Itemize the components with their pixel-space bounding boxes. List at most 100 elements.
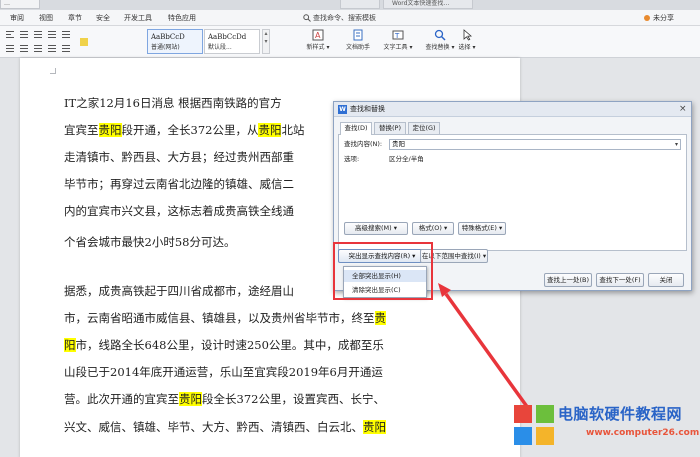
find-label: 查找内容(N): <box>344 140 383 148</box>
select-button[interactable]: 选择 ▾ <box>447 29 487 55</box>
style-name: 默认段... <box>208 44 232 51</box>
text-tools-label: 文字工具 ▾ <box>383 44 413 51</box>
text-run: 走清镇市、黔西县、大方县；经过贵州西部重 <box>64 150 294 164</box>
text-run: 北站 <box>281 123 305 137</box>
watermark: 电脑软硬件教程网 www.computer26.com <box>506 385 700 457</box>
find-previous-button[interactable]: 查找上一处(B) <box>544 273 592 287</box>
window-tab-1[interactable] <box>340 0 380 9</box>
sort-icon[interactable] <box>62 31 70 38</box>
windows-logo-icon <box>514 405 554 445</box>
document-line: 阳市，线路全长648公里，设计时速250公里。其中，成都至乐 <box>64 338 384 352</box>
highlighted-match: 阳 <box>64 338 76 352</box>
format-button[interactable]: 格式(O) ▾ <box>412 222 454 235</box>
ribbon: AaBbCcD 普通(网站) AaBbCcDd 默认段... ▴ ▾ A 新样式 … <box>0 26 700 58</box>
options-value: 区分全/半角 <box>389 155 424 163</box>
document-line: 毕节市；再穿过云南省北边隆的镇雄、威信二 <box>64 177 294 191</box>
styles-scroll[interactable]: ▴ ▾ <box>262 29 270 54</box>
doc-helper-button[interactable]: 文档助手 <box>338 29 378 55</box>
text-run: 山段已于2014年底开通运营，乐山至宜宾段2019年6月开通运 <box>64 365 383 379</box>
text-run: 市，云南省昭通市威信县、镇雄县，以及贵州省毕节市，终至 <box>64 311 375 325</box>
tab-find[interactable]: 查找(D) <box>340 122 372 135</box>
list-icon[interactable] <box>48 31 56 38</box>
document-line: 走清镇市、黔西县、大方县；经过贵州西部重 <box>64 150 294 164</box>
indent-icon[interactable] <box>20 31 28 38</box>
style-sample: AaBbCcD <box>151 33 185 41</box>
document-line: 兴文、威信、镇雄、毕节、大方、黔西、清镇西、白云北、贵阳 <box>64 420 386 434</box>
line-spacing-icon[interactable] <box>48 45 56 52</box>
document-line: 山段已于2014年底开通运营，乐山至宜宾段2019年6月开通运 <box>64 365 383 379</box>
watermark-url: www.computer26.com <box>586 428 700 438</box>
borders-icon[interactable] <box>62 45 70 52</box>
text-run: 市，线路全长648公里，设计时速250公里。其中，成都至乐 <box>75 338 384 352</box>
document-line: 宜宾至贵阳段开通，全长372公里，从贵阳北站 <box>64 123 304 137</box>
chevron-down-icon[interactable]: ▾ <box>675 140 678 149</box>
new-style-button[interactable]: A 新样式 ▾ <box>298 29 338 55</box>
document-line: 个省会城市最快2小时58分可达。 <box>64 235 235 249</box>
text-run: 营。此次开通的宜宾至 <box>64 392 179 406</box>
tab-goto[interactable]: 定位(G) <box>408 122 440 134</box>
highlighted-match: 贵阳 <box>179 392 202 406</box>
dialog-titlebar[interactable]: W 查找和替换 × <box>334 102 691 117</box>
text-run: IT之家12月16日消息 根据西南铁路的官方 <box>64 96 282 110</box>
text-tools-button[interactable]: T 文字工具 ▾ <box>378 29 418 55</box>
text-run: 据悉，成贵高铁起于四川省成都市，途经眉山 <box>64 284 294 298</box>
cursor-arrow-icon <box>463 29 473 41</box>
menubar: 审阅 视图 章节 安全 开发工具 特色应用 查找命令、搜索模板 未分享 <box>0 10 700 26</box>
close-button[interactable]: 关闭 <box>648 273 684 287</box>
window-tab-left[interactable]: … <box>0 0 40 9</box>
align-left-icon[interactable] <box>6 31 14 38</box>
highlighted-match: 贵阳 <box>258 123 282 137</box>
margin-corner-mark <box>50 68 56 74</box>
dialog-title: 查找和替换 <box>350 105 385 113</box>
svg-text:T: T <box>394 32 400 40</box>
menu-developer[interactable]: 开发工具 <box>124 13 152 23</box>
window-tab-strip: … Word文本快速查找… <box>0 0 700 10</box>
style-sample: AaBbCcDd <box>208 33 247 41</box>
new-style-icon: A <box>312 29 324 41</box>
window-tab-document[interactable]: Word文本快速查找… <box>383 0 473 9</box>
shading-icon[interactable] <box>80 38 88 46</box>
document-line: 营。此次开通的宜宾至贵阳段全长372公里，设置宾西、长宁、 <box>64 392 385 406</box>
find-replace-icon <box>434 29 446 41</box>
close-icon[interactable]: × <box>679 103 687 115</box>
text-run: 段开通，全长372公里，从 <box>121 123 259 137</box>
document-line: IT之家12月16日消息 根据西南铁路的官方 <box>64 96 282 110</box>
command-search[interactable]: 查找命令、搜索模板 <box>303 13 393 23</box>
wps-writer-icon: W <box>338 105 347 114</box>
outdent-icon[interactable] <box>34 31 42 38</box>
doc-helper-label: 文档助手 <box>345 44 370 51</box>
special-format-button[interactable]: 特殊格式(E) ▾ <box>458 222 506 235</box>
menu-security[interactable]: 安全 <box>96 13 110 23</box>
text-run: 宜宾至 <box>64 123 99 137</box>
highlighted-match: 贵 <box>374 311 386 325</box>
watermark-title: 电脑软硬件教程网 <box>558 405 683 423</box>
menu-view[interactable]: 视图 <box>39 13 53 23</box>
text-run: 段全长372公里，设置宾西、长宁、 <box>202 392 385 406</box>
menu-review[interactable]: 审阅 <box>10 13 24 23</box>
document-line: 据悉，成贵高铁起于四川省成都市，途经眉山 <box>64 284 294 298</box>
find-value: 贵阳 <box>392 140 405 148</box>
text-run: 个省会城市最快2小时58分可达。 <box>64 235 236 249</box>
command-search-label: 查找命令、搜索模板 <box>313 14 376 22</box>
new-style-label: 新样式 ▾ <box>306 44 330 51</box>
style-name: 普通(网站) <box>151 44 180 51</box>
text-tools-icon: T <box>392 30 404 40</box>
document-line: 市，云南省昭通市威信县、镇雄县，以及贵州省毕节市，终至贵 <box>64 311 386 325</box>
document-line: 内的宜宾市兴文县，这标志着成贵高铁全线通 <box>64 204 294 218</box>
options-label: 选项: <box>344 155 360 163</box>
style-normal-web[interactable]: AaBbCcD 普通(网站) <box>147 29 203 54</box>
share-button[interactable]: 未分享 <box>653 13 674 23</box>
find-input[interactable]: 贵阳 ▾ <box>389 139 681 150</box>
text-run: 兴文、威信、镇雄、毕节、大方、黔西、清镇西、白云北、 <box>64 420 363 434</box>
advanced-search-button[interactable]: 高级搜索(M) ▾ <box>344 222 408 235</box>
annotation-highlight-box <box>333 242 433 300</box>
menu-special[interactable]: 特色应用 <box>168 13 196 23</box>
align-right-icon[interactable] <box>20 45 28 52</box>
menu-chapter[interactable]: 章节 <box>68 13 82 23</box>
align-center-icon[interactable] <box>6 45 14 52</box>
tab-replace[interactable]: 替换(P) <box>374 122 406 134</box>
justify-icon[interactable] <box>34 45 42 52</box>
style-default-paragraph[interactable]: AaBbCcDd 默认段... <box>204 29 260 54</box>
select-label: 选择 ▾ <box>458 44 476 51</box>
find-next-button[interactable]: 查找下一处(F) <box>596 273 644 287</box>
